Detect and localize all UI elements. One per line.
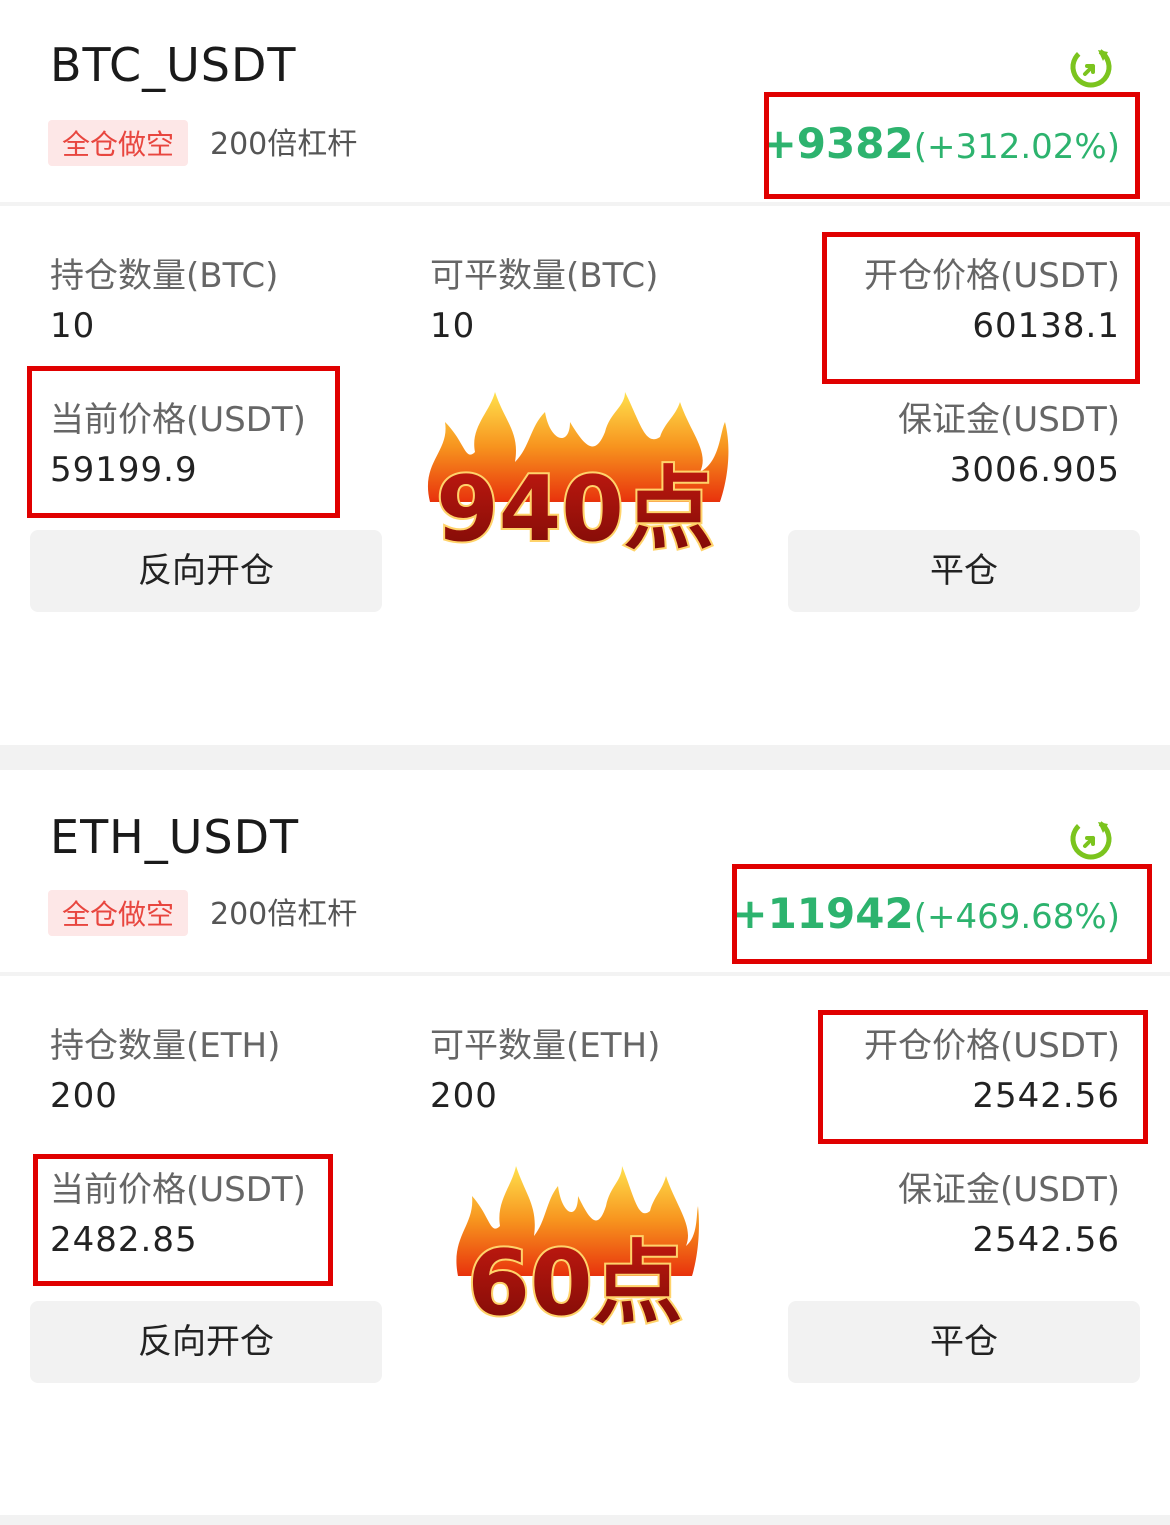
hold-qty-label: 持仓数量(BTC) [50, 256, 279, 296]
badge-text: 940点 [436, 457, 714, 552]
reverse-open-button[interactable]: 反向开仓 [30, 1301, 382, 1383]
highlight-box [33, 1154, 333, 1286]
divider [0, 202, 1170, 206]
hold-qty-value: 200 [50, 1076, 118, 1116]
card-separator [0, 745, 1170, 770]
close-position-button[interactable]: 平仓 [788, 530, 1140, 612]
margin-value: 3006.905 [949, 450, 1120, 490]
leverage-label: 200倍杠杆 [210, 897, 358, 932]
position-header: BTC_USDT 全仓做空 200倍杠杆 +9382(+312.02%) [0, 0, 1170, 202]
margin-label: 保证金(USDT) [898, 400, 1120, 440]
closable-qty-value: 10 [430, 306, 476, 346]
positions-page: BTC_USDT 全仓做空 200倍杠杆 +9382(+312.02%) 持仓数… [0, 0, 1170, 1525]
fire-icon: 940点 [427, 392, 729, 552]
symbol-title: ETH_USDT [50, 810, 300, 864]
hold-qty-label: 持仓数量(ETH) [50, 1026, 281, 1066]
closable-qty-label: 可平数量(BTC) [430, 256, 659, 296]
margin-label: 保证金(USDT) [898, 1170, 1120, 1210]
badge-text: 60点 [467, 1231, 682, 1326]
margin-value: 2542.56 [972, 1220, 1120, 1260]
highlight-box [764, 92, 1140, 199]
refresh-icon[interactable] [1068, 44, 1114, 90]
reverse-open-button[interactable]: 反向开仓 [30, 530, 382, 612]
highlight-box [822, 232, 1140, 384]
leverage-label: 200倍杠杆 [210, 127, 358, 162]
margin-mode-tag: 全仓做空 [48, 890, 189, 936]
refresh-icon[interactable] [1068, 816, 1114, 862]
margin-mode-tag: 全仓做空 [48, 120, 189, 166]
position-card-eth: ETH_USDT 全仓做空 200倍杠杆 +11942(+469.68%) 持仓… [0, 770, 1170, 1525]
hold-qty-value: 10 [50, 306, 96, 346]
position-card-btc: BTC_USDT 全仓做空 200倍杠杆 +9382(+312.02%) 持仓数… [0, 0, 1170, 745]
close-position-button[interactable]: 平仓 [788, 1301, 1140, 1383]
closable-qty-label: 可平数量(ETH) [430, 1026, 661, 1066]
divider [0, 972, 1170, 976]
highlight-box [27, 366, 340, 518]
highlight-box [732, 864, 1152, 964]
bottom-separator [0, 1515, 1170, 1525]
symbol-title: BTC_USDT [50, 38, 297, 92]
fire-icon: 60点 [456, 1166, 699, 1326]
closable-qty-value: 200 [430, 1076, 498, 1116]
highlight-box [818, 1010, 1148, 1144]
position-header: ETH_USDT 全仓做空 200倍杠杆 +11942(+469.68%) [0, 770, 1170, 972]
